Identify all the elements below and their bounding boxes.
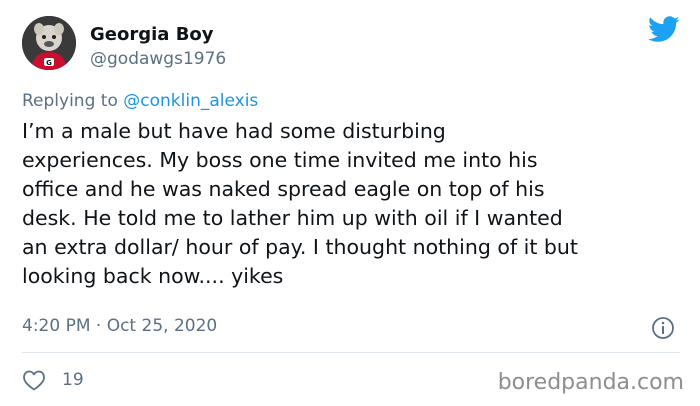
tweet-timestamp[interactable]: 4:20 PM · Oct 25, 2020 <box>22 316 217 336</box>
tweet-text-line: I’m a male but have had some disturbing <box>22 119 446 143</box>
author-handle[interactable]: @godawgs1976 <box>90 49 226 69</box>
info-icon[interactable] <box>651 316 675 340</box>
reply-mention-link[interactable]: @conklin_alexis <box>123 91 258 111</box>
tweet-text-line: looking back now.... yikes <box>22 264 284 288</box>
twitter-bird-icon[interactable] <box>648 16 680 43</box>
tweet-text-line: experiences. My boss one time invited me… <box>22 148 538 172</box>
watermark: boredpanda.com <box>497 370 684 395</box>
tweet-card: G Georgia Boy @godawgs1976 Replying to @… <box>0 0 700 406</box>
replying-prefix: Replying to <box>22 91 124 111</box>
divider <box>22 352 680 353</box>
author-name[interactable]: Georgia Boy <box>90 25 214 45</box>
svg-text:G: G <box>46 59 52 67</box>
tweet-text-line: desk. He told me to lather him up with o… <box>22 206 563 230</box>
bulldog-avatar-icon: G <box>22 16 76 70</box>
avatar[interactable]: G <box>22 16 76 70</box>
like-button[interactable]: 19 <box>22 368 84 392</box>
tweet-text-line: an extra dollar/ hour of pay. I thought … <box>22 235 578 259</box>
heart-icon[interactable] <box>22 369 46 391</box>
like-count: 19 <box>62 370 84 390</box>
tweet-text: I’m a male but have had some disturbing … <box>22 117 694 291</box>
replying-to: Replying to @conklin_alexis <box>22 91 258 111</box>
tweet-text-line: office and he was naked spread eagle on … <box>22 177 545 201</box>
